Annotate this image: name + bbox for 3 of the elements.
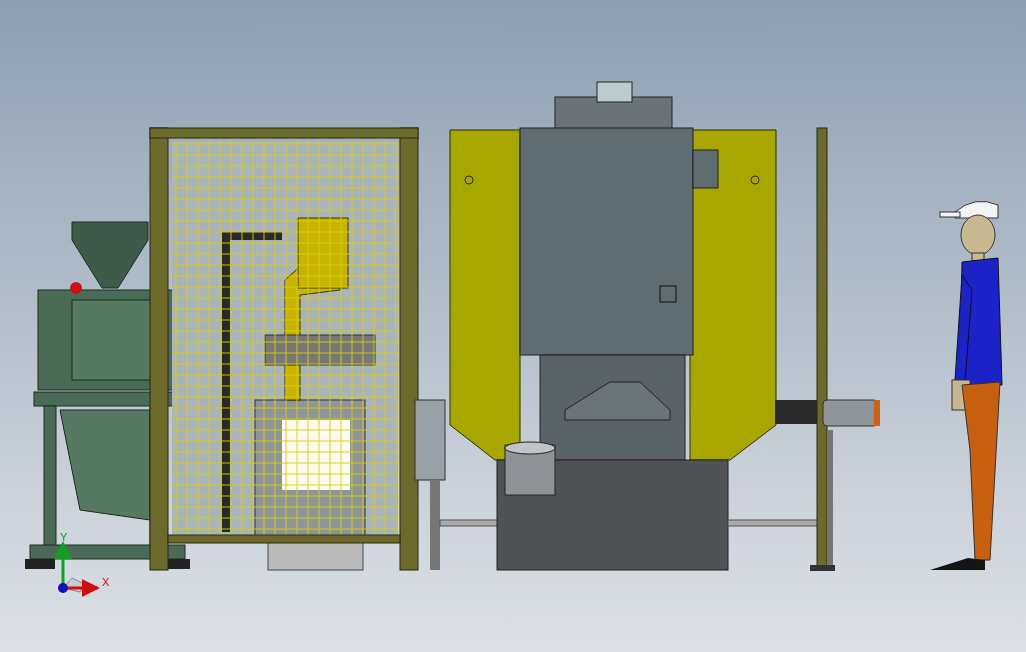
x-axis-label: X [102,576,110,588]
y-axis-label: Y [60,531,68,543]
axis-triad-drawing [54,541,100,597]
